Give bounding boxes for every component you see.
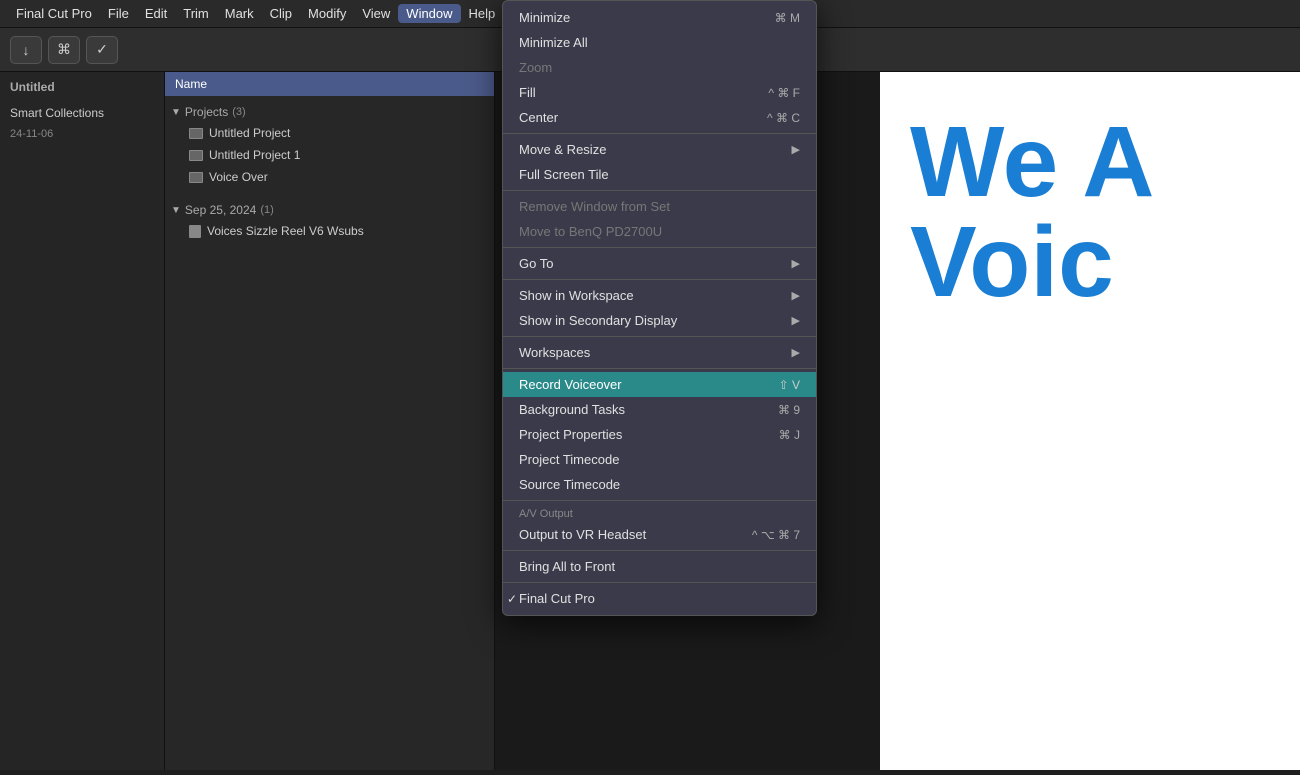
menu-item-go-to[interactable]: Go To ▶ [503, 251, 816, 276]
menu-separator-6 [503, 368, 816, 369]
menu-separator-9 [503, 582, 816, 583]
submenu-arrow-icon: ▶ [792, 314, 800, 327]
browser-panel: Name ▼ Projects (3) Untitled Project Unt… [165, 72, 495, 770]
sidebar-item-smart-collections[interactable]: Smart Collections [0, 102, 164, 124]
menu-item-output-vr[interactable]: Output to VR Headset ^ ⌥ ⌘ 7 [503, 522, 816, 547]
menu-item-center[interactable]: Center ^ ⌘ C [503, 105, 816, 130]
clip-item-voices-sizzle[interactable]: Voices Sizzle Reel V6 Wsubs [165, 220, 494, 242]
menubar-item-view[interactable]: View [354, 4, 398, 23]
menu-item-workspaces[interactable]: Workspaces ▶ [503, 340, 816, 365]
menu-item-move-resize[interactable]: Move & Resize ▶ [503, 137, 816, 162]
menu-item-full-screen-tile[interactable]: Full Screen Tile [503, 162, 816, 187]
film-icon [189, 128, 203, 139]
menubar-item-mark[interactable]: Mark [217, 4, 262, 23]
submenu-arrow-icon: ▶ [792, 289, 800, 302]
menu-item-show-workspace[interactable]: Show in Workspace ▶ [503, 283, 816, 308]
menu-item-remove-window: Remove Window from Set [503, 194, 816, 219]
key-icon: ⌘ [57, 41, 71, 58]
menu-item-source-timecode[interactable]: Source Timecode [503, 472, 816, 497]
menu-item-fill[interactable]: Fill ^ ⌘ F [503, 80, 816, 105]
film-icon [189, 172, 203, 183]
project-item-untitled-1[interactable]: Untitled Project 1 [165, 144, 494, 166]
preview-text-voic: Voic [910, 212, 1270, 312]
menu-item-project-timecode[interactable]: Project Timecode [503, 447, 816, 472]
menu-item-project-properties[interactable]: Project Properties ⌘ J [503, 422, 816, 447]
browser-header: Name [165, 72, 494, 96]
submenu-arrow-icon: ▶ [792, 257, 800, 270]
menubar-item-file[interactable]: File [100, 4, 137, 23]
menu-item-record-voiceover[interactable]: Record Voiceover ⇧ V [503, 372, 816, 397]
menu-separator-8 [503, 550, 816, 551]
menu-item-minimize-all[interactable]: Minimize All [503, 30, 816, 55]
menu-separator-2 [503, 190, 816, 191]
menu-item-minimize[interactable]: Minimize ⌘ M [503, 5, 816, 30]
project-item-voice-over[interactable]: Voice Over [165, 166, 494, 188]
menu-separator-4 [503, 279, 816, 280]
sidebar-title: Untitled [0, 72, 164, 102]
menu-item-final-cut-pro-win[interactable]: Final Cut Pro [503, 586, 816, 611]
menubar-item-trim[interactable]: Trim [175, 4, 217, 23]
preview-content: We A Voic [880, 72, 1300, 770]
menu-item-show-secondary[interactable]: Show in Secondary Display ▶ [503, 308, 816, 333]
film-icon [189, 150, 203, 161]
submenu-arrow-icon: ▶ [792, 346, 800, 359]
menubar-item-help[interactable]: Help [461, 4, 504, 23]
check-icon: ✓ [96, 41, 108, 58]
menu-separator-5 [503, 336, 816, 337]
key-button[interactable]: ⌘ [48, 36, 80, 64]
check-button[interactable]: ✓ [86, 36, 118, 64]
projects-section-header: ▼ Projects (3) [165, 102, 494, 122]
av-output-label: A/V Output [503, 504, 816, 522]
menubar-item-modify[interactable]: Modify [300, 4, 354, 23]
projects-triangle-icon: ▼ [171, 107, 181, 118]
window-menu[interactable]: Minimize ⌘ M Minimize All Zoom Fill ^ ⌘ … [502, 0, 817, 616]
preview-text-we: We A [910, 112, 1270, 212]
import-icon: ↓ [23, 42, 30, 58]
menu-item-move-to-benq: Move to BenQ PD2700U [503, 219, 816, 244]
menu-item-background-tasks[interactable]: Background Tasks ⌘ 9 [503, 397, 816, 422]
menu-separator-1 [503, 133, 816, 134]
project-item-untitled[interactable]: Untitled Project [165, 122, 494, 144]
menu-separator-7 [503, 500, 816, 501]
import-button[interactable]: ↓ [10, 36, 42, 64]
menu-separator-3 [503, 247, 816, 248]
menu-item-bring-all-front[interactable]: Bring All to Front [503, 554, 816, 579]
menubar-item-clip[interactable]: Clip [262, 4, 300, 23]
sidebar: Untitled Smart Collections 24-11-06 [0, 72, 165, 770]
menu-item-zoom: Zoom [503, 55, 816, 80]
date-section-header: ▼ Sep 25, 2024 (1) [165, 200, 494, 220]
doc-icon [189, 225, 201, 238]
sidebar-date: 24-11-06 [0, 124, 164, 144]
menubar-item-window[interactable]: Window [398, 4, 460, 23]
menubar-item-final-cut-pro[interactable]: Final Cut Pro [8, 4, 100, 23]
date-triangle-icon: ▼ [171, 205, 181, 216]
date-section: ▼ Sep 25, 2024 (1) Voices Sizzle Reel V6… [165, 194, 494, 248]
submenu-arrow-icon: ▶ [792, 143, 800, 156]
projects-section: ▼ Projects (3) Untitled Project Untitled… [165, 96, 494, 194]
menubar-item-edit[interactable]: Edit [137, 4, 175, 23]
